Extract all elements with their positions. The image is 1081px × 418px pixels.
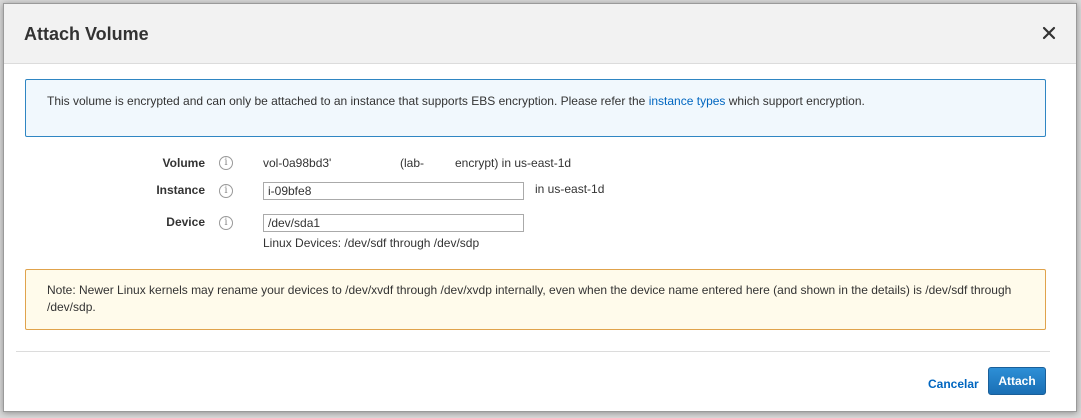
instance-row: Instance i in us-east-1d xyxy=(4,182,1078,202)
volume-id: vol-0a98bd3' xyxy=(263,156,332,170)
close-icon[interactable] xyxy=(1040,24,1058,42)
device-label: Device xyxy=(166,215,205,229)
kernel-note-text: Note: Newer Linux kernels may rename you… xyxy=(47,283,1012,314)
instance-input[interactable] xyxy=(263,182,524,200)
kernel-note-box: Note: Newer Linux kernels may rename you… xyxy=(25,269,1046,330)
device-row: Device i Linux Devices: /dev/sdf through… xyxy=(4,214,1078,254)
info-text-after: which support encryption. xyxy=(728,94,865,108)
device-hint: Linux Devices: /dev/sdf through /dev/sdp xyxy=(263,236,480,250)
encryption-info-box: This volume is encrypted and can only be… xyxy=(25,79,1046,137)
instance-label: Instance xyxy=(156,183,205,197)
info-text-before: This volume is encrypted and can only be… xyxy=(47,94,646,108)
instance-types-link[interactable]: instance types xyxy=(649,94,726,108)
volume-info-icon[interactable]: i xyxy=(219,156,233,170)
volume-name: (lab- xyxy=(400,156,425,170)
footer-divider xyxy=(16,351,1050,352)
cancel-button[interactable]: Cancelar xyxy=(928,377,979,391)
device-info-icon[interactable]: i xyxy=(219,216,233,230)
instance-zone: in us-east-1d xyxy=(535,182,605,196)
instance-info-icon[interactable]: i xyxy=(219,184,233,198)
volume-label: Volume xyxy=(162,156,205,170)
attach-volume-dialog: Attach Volume This volume is encrypted a… xyxy=(3,3,1077,412)
dialog-header: Attach Volume xyxy=(4,4,1076,64)
volume-row: Volume i vol-0a98bd3' (lab- encrypt) in … xyxy=(4,156,1078,174)
device-input[interactable] xyxy=(263,214,524,232)
dialog-title: Attach Volume xyxy=(24,24,149,44)
volume-suffix: encrypt) in us-east-1d xyxy=(455,156,572,170)
attach-button[interactable]: Attach xyxy=(988,367,1046,395)
